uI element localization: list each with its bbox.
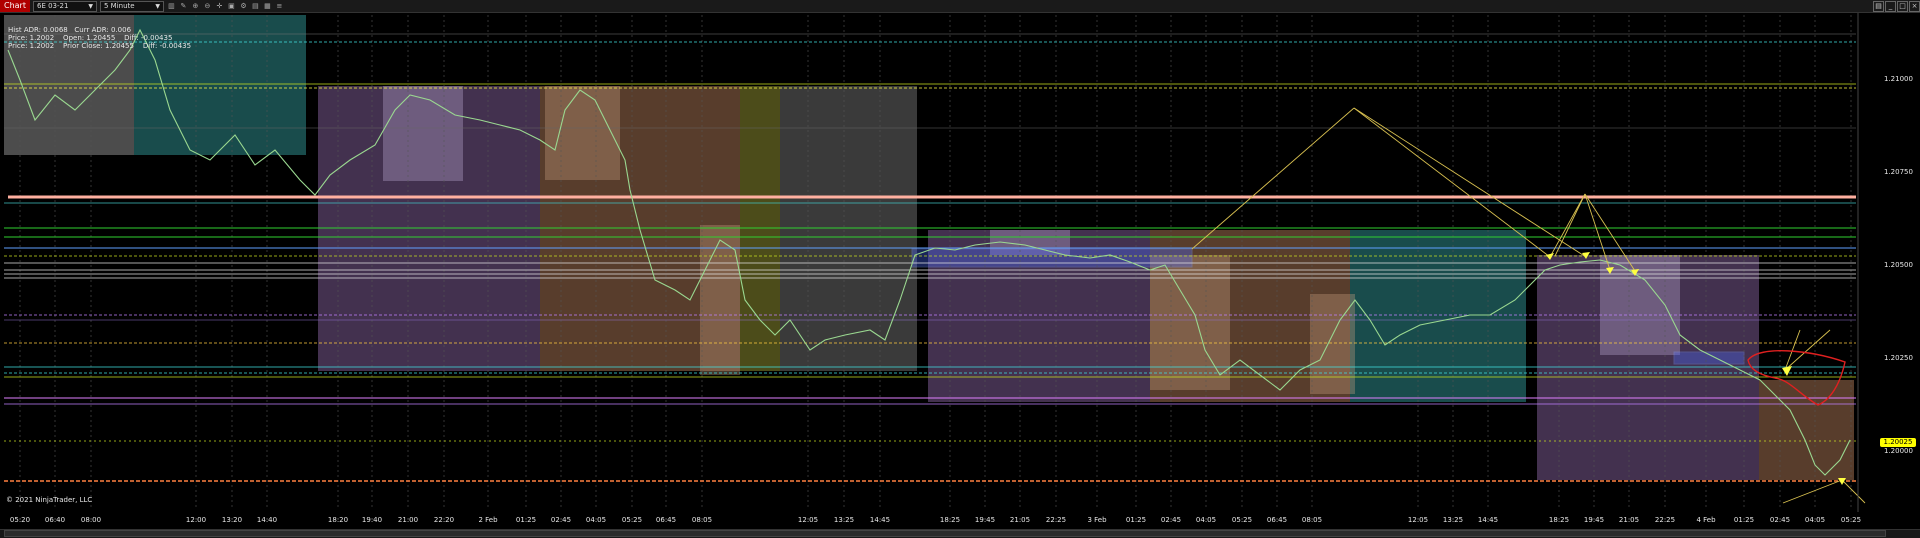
time-tick-label: 04:05 (585, 516, 607, 524)
time-tick-label: 13:25 (1442, 516, 1464, 524)
price-tick-label: 1.20000 (1884, 447, 1913, 455)
crosshair-icon[interactable]: ✛ (215, 2, 224, 11)
zone-box[interactable] (1673, 351, 1745, 365)
templates-icon[interactable]: ▤ (251, 2, 260, 11)
time-tick-label: 21:05 (1618, 516, 1640, 524)
screenshot-icon[interactable]: ▣ (227, 2, 236, 11)
info-line-2: Price: 1.2002 Open: 1.20455 Diff: -0.004… (8, 34, 173, 42)
properties-icon[interactable]: ⚙ (239, 2, 248, 11)
time-tick-label: 19:40 (361, 516, 383, 524)
time-tick-label: 18:20 (327, 516, 349, 524)
time-tick-label: 01:25 (1125, 516, 1147, 524)
time-tick-label: 3 Feb (1087, 516, 1107, 524)
price-tick-label: 1.20500 (1884, 261, 1913, 269)
time-tick-label: 01:25 (1733, 516, 1755, 524)
time-tick-label: 14:45 (1477, 516, 1499, 524)
time-tick-label: 04:05 (1195, 516, 1217, 524)
copyright-text: © 2021 NinjaTrader, LLC (6, 496, 93, 504)
chevron-down-icon: ▼ (88, 2, 93, 10)
current-price-marker: 1.20025 (1880, 438, 1916, 447)
minimize-icon[interactable]: _ (1885, 1, 1896, 12)
time-tick-label: 04:05 (1804, 516, 1826, 524)
interval-selector[interactable]: 5 Minute ▼ (99, 0, 164, 12)
scrollbar-thumb[interactable] (4, 530, 1886, 537)
time-tick-label: 18:25 (1548, 516, 1570, 524)
time-tick-label: 02:45 (1769, 516, 1791, 524)
bar-type-icon[interactable]: ▥ (167, 2, 176, 11)
tile-icon[interactable]: ▤ (1873, 1, 1884, 12)
time-tick-label: 06:45 (655, 516, 677, 524)
time-tick-label: 08:05 (1301, 516, 1323, 524)
time-tick-label: 12:05 (797, 516, 819, 524)
time-tick-label: 18:25 (939, 516, 961, 524)
chart-tab[interactable]: Chart (0, 0, 30, 12)
time-tick-label: 14:40 (256, 516, 278, 524)
chevron-down-icon: ▼ (155, 2, 160, 10)
time-tick-label: 2 Feb (478, 516, 498, 524)
time-tick-label: 21:05 (1009, 516, 1031, 524)
maximize-icon[interactable]: □ (1897, 1, 1908, 12)
time-tick-label: 06:45 (1266, 516, 1288, 524)
data-box-icon[interactable]: ▦ (263, 2, 272, 11)
time-tick-label: 08:00 (80, 516, 102, 524)
instrument-value: 6E 03-21 (36, 1, 69, 10)
time-tick-label: 19:45 (1583, 516, 1605, 524)
time-tick-label: 05:25 (621, 516, 643, 524)
price-chart[interactable] (0, 13, 1920, 525)
time-tick-label: 12:00 (185, 516, 207, 524)
time-tick-label: 22:25 (1654, 516, 1676, 524)
close-icon[interactable]: × (1909, 1, 1920, 12)
time-tick-label: 13:20 (221, 516, 243, 524)
time-tick-label: 02:45 (550, 516, 572, 524)
time-tick-label: 22:20 (433, 516, 455, 524)
info-line-1: Hist ADR: 0.0068 Curr ADR: 0.006 (8, 26, 132, 34)
time-tick-label: 19:45 (974, 516, 996, 524)
time-tick-label: 12:05 (1407, 516, 1429, 524)
time-tick-label: 08:05 (691, 516, 713, 524)
interval-value: 5 Minute (103, 1, 135, 10)
price-tick-label: 1.21000 (1884, 75, 1913, 83)
instrument-selector[interactable]: 6E 03-21 ▼ (32, 0, 97, 12)
price-tick-label: 1.20750 (1884, 168, 1913, 176)
time-tick-label: 22:25 (1045, 516, 1067, 524)
time-tick-label: 01:25 (515, 516, 537, 524)
time-tick-label: 21:00 (397, 516, 419, 524)
time-tick-label: 06:40 (44, 516, 66, 524)
zoom-out-icon[interactable]: ⊖ (203, 2, 212, 11)
time-tick-label: 13:25 (833, 516, 855, 524)
time-tick-label: 4 Feb (1696, 516, 1716, 524)
time-tick-label: 02:45 (1160, 516, 1182, 524)
chart-toolbar: Chart 6E 03-21 ▼ 5 Minute ▼ ▥ ✎ ⊕ ⊖ ✛ ▣ … (0, 0, 1920, 13)
pencil-icon[interactable]: ✎ (179, 2, 188, 11)
adr-info-panel: Hist ADR: 0.0068 Curr ADR: 0.006 Price: 1… (8, 26, 191, 50)
price-tick-label: 1.20250 (1884, 354, 1913, 362)
zoom-in-icon[interactable]: ⊕ (191, 2, 200, 11)
time-tick-label: 05:25 (1231, 516, 1253, 524)
time-tick-label: 05:20 (9, 516, 31, 524)
time-tick-label: 05:25 (1840, 516, 1862, 524)
indicators-icon[interactable]: ≡ (275, 2, 284, 11)
info-line-3: Price: 1.2002 Prior Close: 1.20455 Diff:… (8, 42, 192, 50)
time-tick-label: 14:45 (869, 516, 891, 524)
